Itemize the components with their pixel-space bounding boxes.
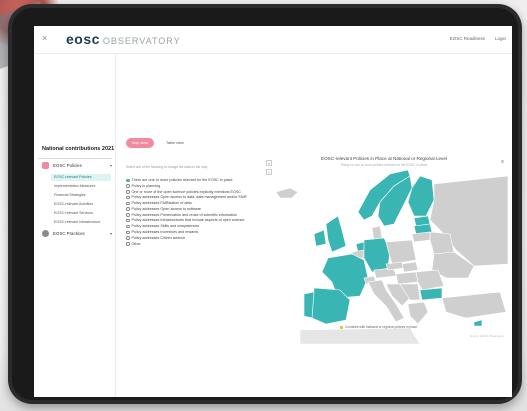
practice-icon	[42, 230, 49, 237]
country-belarus[interactable]	[429, 231, 455, 255]
scene-background: × eosc OBSERVATORY EOSC Readiness Login …	[0, 0, 527, 411]
chevron-down-icon: ▾	[109, 231, 112, 236]
readiness-link[interactable]: EOSC Readiness	[450, 36, 485, 41]
country-cyprus[interactable]	[473, 319, 483, 327]
app-header: × eosc OBSERVATORY EOSC Readiness Login	[34, 26, 512, 54]
radio-icon	[126, 218, 130, 223]
filter-option[interactable]: Policy addresses Preservation and reuse …	[126, 213, 256, 218]
filter-option[interactable]: Policy addresses Infrastructures that in…	[126, 218, 256, 223]
country-finland[interactable]	[407, 175, 435, 217]
country-bulgaria[interactable]	[419, 287, 443, 301]
radio-icon	[126, 242, 130, 246]
radio-icon	[126, 236, 130, 240]
filter-option[interactable]: Policy in planning	[126, 184, 256, 189]
country-hungary[interactable]	[395, 271, 419, 285]
sidebar-item-infrastructure[interactable]: EOSC-relevant Infrastructure	[51, 219, 111, 226]
option-label: Policy addresses Preservation and reuse …	[131, 212, 238, 217]
radio-icon	[126, 195, 130, 200]
logo-secondary: OBSERVATORY	[102, 36, 181, 46]
filter-option[interactable]: Policy addresses Incentives and rewards	[126, 230, 256, 235]
country-iceland[interactable]	[275, 187, 299, 199]
filter-option[interactable]: There are one or more policies relevant …	[126, 178, 256, 183]
filter-options: There are one or more policies relevant …	[126, 178, 256, 247]
main-content: Map view Table view Select one of the fo…	[116, 54, 512, 397]
radio-icon	[126, 201, 130, 206]
sidebar-item-implementation[interactable]: Implementation Measures	[51, 183, 111, 190]
option-label: Policy addresses Skills and competences	[131, 224, 200, 229]
option-label: Policy addresses Incentives and rewards	[131, 230, 199, 235]
region-north-africa	[299, 327, 421, 344]
filter-option[interactable]: Policy addresses Open access to software	[126, 207, 256, 212]
filter-option[interactable]: One or more of the open science policies…	[126, 190, 256, 195]
filter-option[interactable]: Policy addresses Citizen science	[126, 236, 256, 241]
option-label: Policy in planning	[131, 183, 161, 188]
sidebar-divider	[38, 158, 112, 159]
sidebar-item-activities[interactable]: EOSC-relevant Activities	[51, 201, 111, 208]
map-legend: Countries with National or regional poli…	[340, 325, 417, 329]
country-greece[interactable]	[407, 301, 429, 325]
country-turkey[interactable]	[441, 291, 507, 319]
category-label: EOSC Policies	[53, 163, 82, 168]
option-label: Policy addresses Citizen science	[131, 235, 186, 240]
option-label: Policy addresses Open access to data, da…	[131, 195, 247, 200]
close-icon[interactable]: ×	[42, 33, 47, 43]
legend-swatch	[340, 325, 343, 329]
tablet-frame: × eosc OBSERVATORY EOSC Readiness Login …	[8, 4, 522, 404]
map-panel: EOSC-relevant Policies in Place at Natio…	[260, 154, 508, 344]
map-credit: Source: EOSC Observatory	[469, 334, 504, 338]
instructions-text: Select one of the following to change th…	[126, 165, 208, 169]
country-poland[interactable]	[385, 239, 417, 265]
header-links: EOSC Readiness Login	[450, 36, 506, 41]
table-view-button[interactable]: Table view	[160, 138, 190, 148]
europe-map[interactable]	[260, 154, 508, 344]
country-portugal[interactable]	[303, 291, 315, 319]
country-united-kingdom[interactable]	[325, 215, 347, 253]
radio-icon	[126, 224, 130, 229]
sidebar-category-policies[interactable]: EOSC Policies ▾	[42, 162, 112, 169]
radio-icon	[126, 230, 130, 235]
chevron-down-icon: ▾	[109, 163, 112, 168]
filter-option[interactable]: Policy addresses Open access to data, da…	[126, 195, 256, 200]
filter-option[interactable]: Policy addresses Skills and competences	[126, 224, 256, 229]
sidebar-item-financial[interactable]: Financial Strategies	[51, 192, 111, 199]
option-label: Policy addresses FAIRisation of data	[131, 201, 192, 206]
sidebar: National contributions 2021 EOSC Policie…	[34, 54, 116, 397]
eosc-logo[interactable]: eosc OBSERVATORY	[66, 31, 181, 47]
logo-primary: eosc	[66, 31, 100, 47]
sidebar-category-practices[interactable]: EOSC Practices ▾	[42, 230, 112, 237]
login-link[interactable]: Login	[495, 36, 506, 41]
radio-icon	[126, 184, 130, 188]
radio-icon	[126, 190, 130, 194]
option-label: Policy addresses Open access to software	[131, 206, 201, 211]
country-slovakia[interactable]	[401, 261, 419, 273]
radio-selected-icon	[126, 178, 130, 182]
option-label: Policy addresses Infrastructures that in…	[131, 218, 245, 223]
legend-label: Countries with National or regional poli…	[345, 325, 418, 329]
country-lithuania[interactable]	[411, 231, 431, 243]
map-view-button[interactable]: Map view	[126, 138, 155, 148]
filter-option[interactable]: Other	[126, 242, 256, 247]
radio-icon	[126, 213, 130, 217]
option-label: One or more of the open science policies…	[131, 189, 241, 194]
filter-option[interactable]: Policy addresses FAIRisation of data	[126, 201, 256, 206]
sidebar-item-eosc-policies[interactable]: EOSC-relevant Policies	[51, 174, 111, 181]
option-label: Other	[131, 241, 141, 246]
category-label: EOSC Practices	[53, 231, 85, 236]
sidebar-item-services[interactable]: EOSC-relevant Services	[51, 210, 111, 217]
country-denmark[interactable]	[371, 225, 383, 241]
country-ireland[interactable]	[313, 229, 327, 247]
sidebar-title: National contributions 2021	[42, 146, 115, 152]
policy-icon	[42, 162, 49, 169]
option-label: There are one or more policies relevant …	[131, 178, 233, 182]
tablet-screen: × eosc OBSERVATORY EOSC Readiness Login …	[34, 26, 512, 397]
radio-icon	[126, 207, 130, 211]
